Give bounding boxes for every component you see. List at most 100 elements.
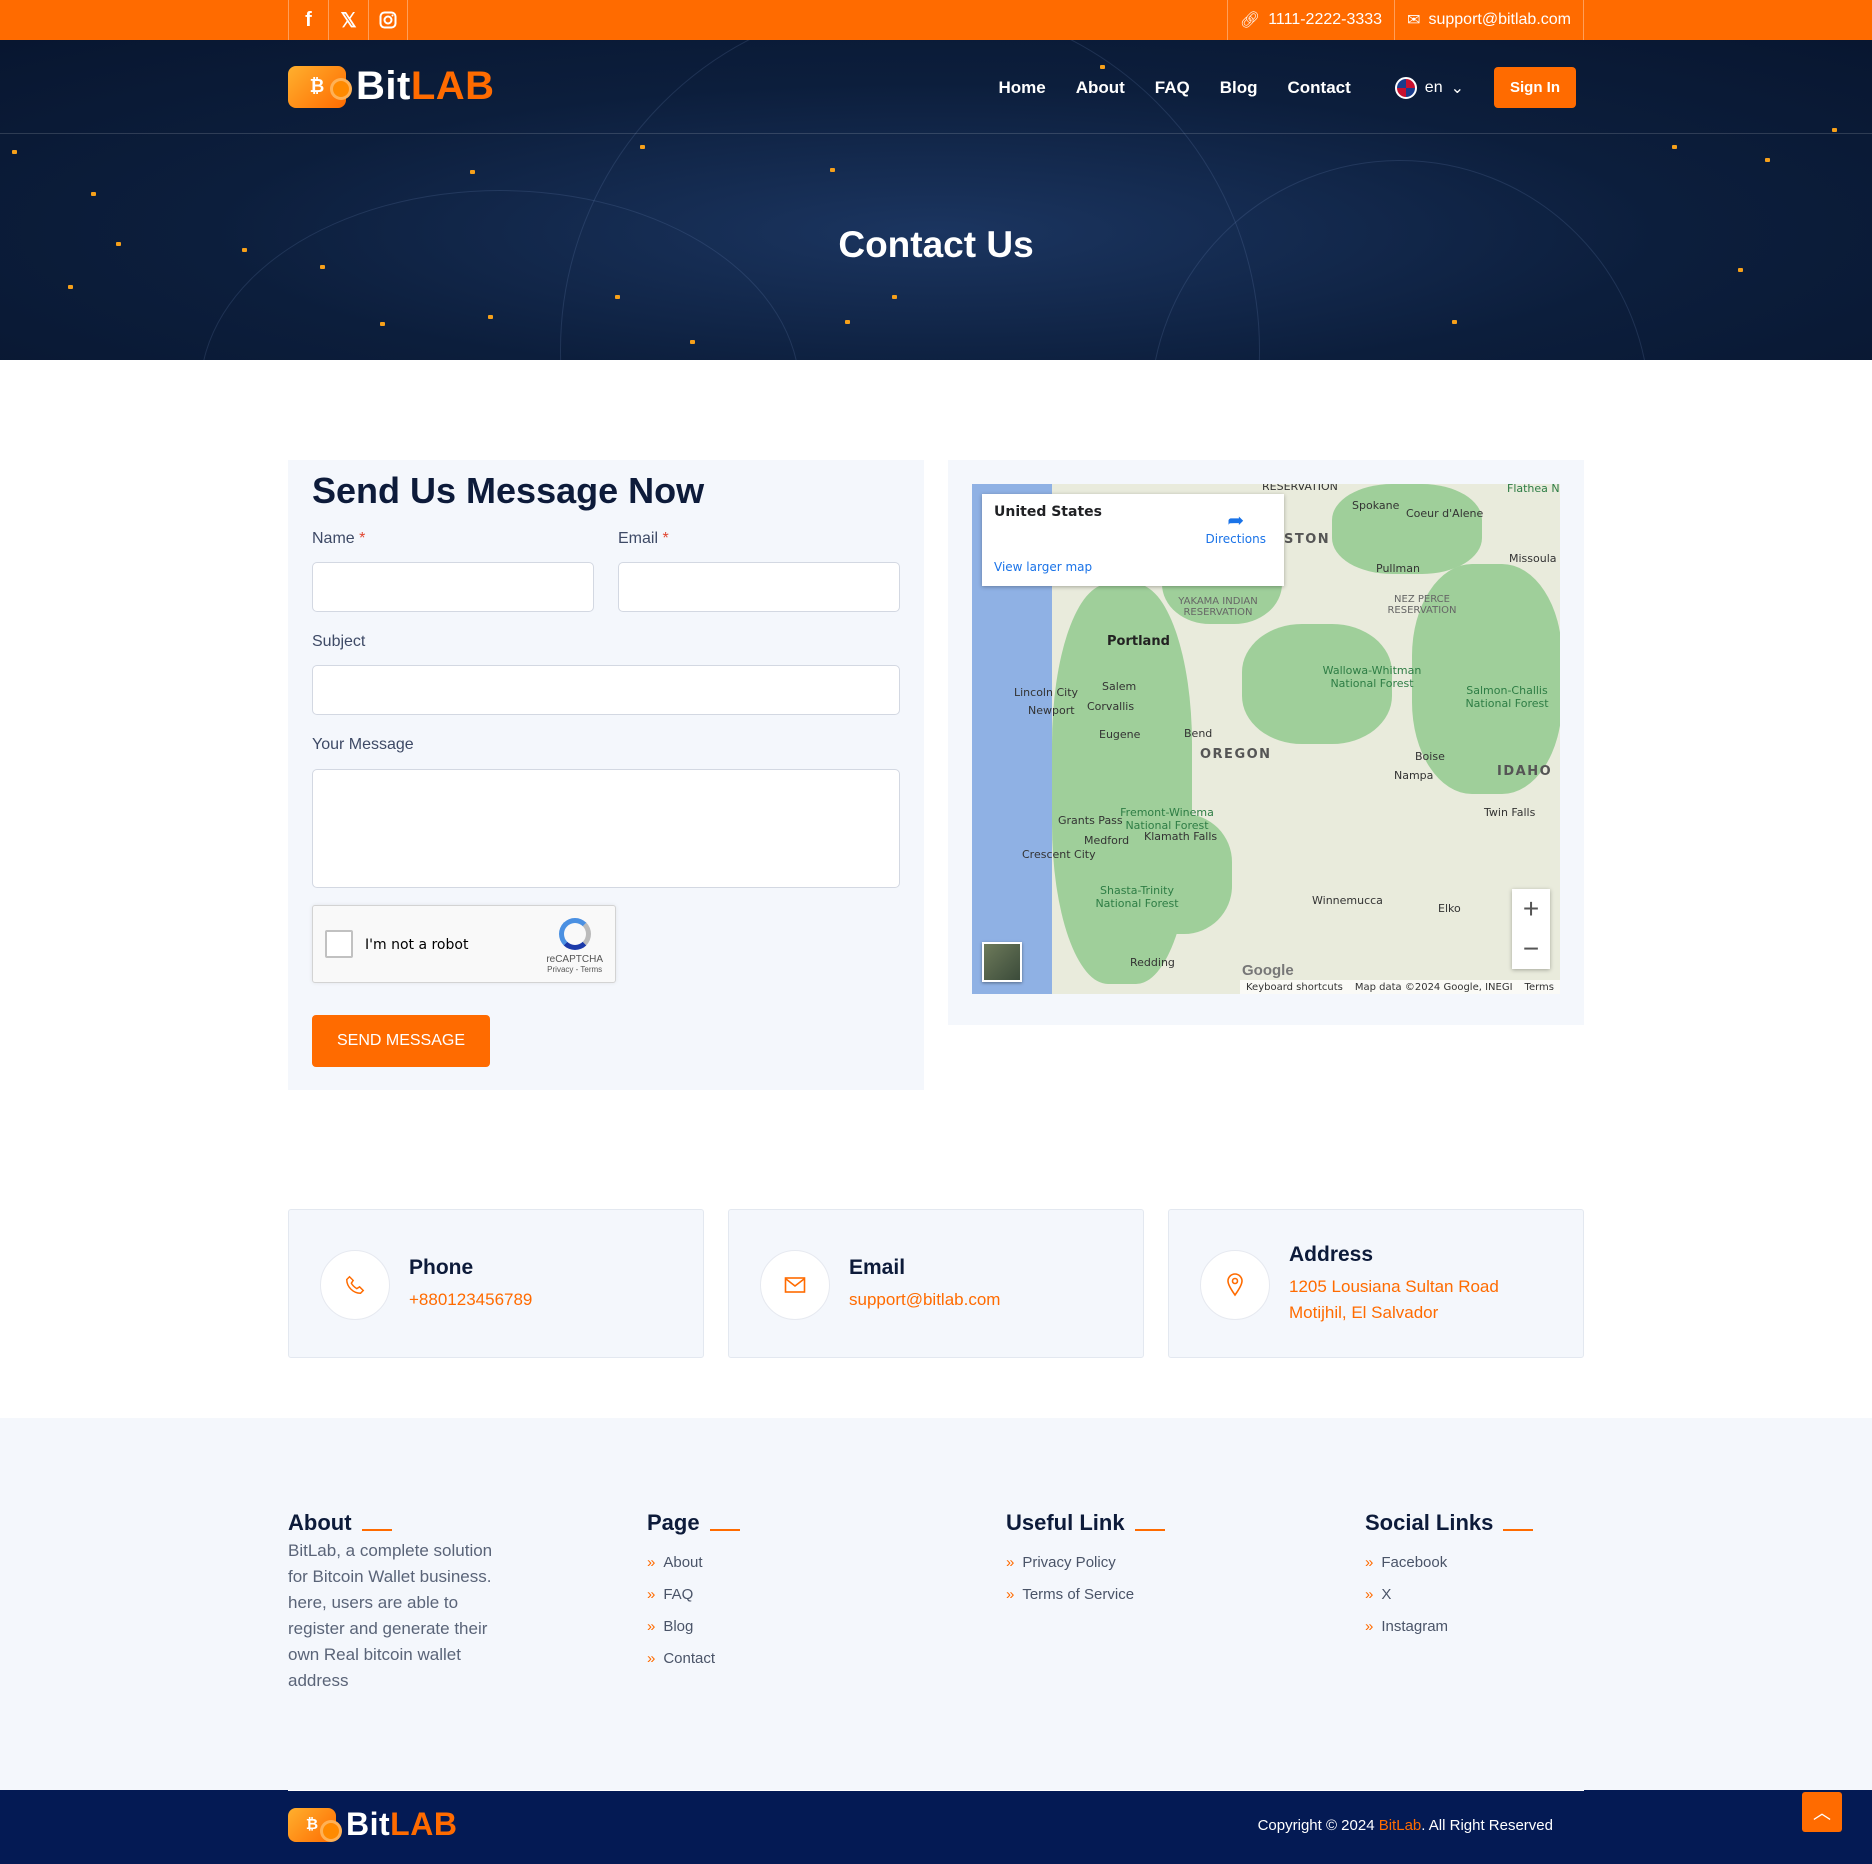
decor-dot <box>1765 158 1770 162</box>
subject-input[interactable] <box>312 665 900 715</box>
decor-dot <box>1738 268 1743 272</box>
view-larger-map-link[interactable]: View larger map <box>994 560 1092 574</box>
facebook-icon[interactable]: f <box>288 0 328 40</box>
zoom-in-button[interactable]: + <box>1512 889 1550 929</box>
footer-about: About BitLab, a complete solution for Bi… <box>288 1510 508 1694</box>
directions-text: Directions <box>1205 532 1266 546</box>
decor-dot <box>12 150 17 154</box>
footer-link-contact[interactable]: Contact <box>647 1642 740 1674</box>
footer-link-faq[interactable]: FAQ <box>647 1578 740 1610</box>
recaptcha-label: I'm not a robot <box>365 937 469 953</box>
footer-social-title: Social Links <box>1365 1510 1533 1536</box>
message-textarea[interactable] <box>312 769 900 888</box>
name-input[interactable] <box>312 562 594 612</box>
map-label: Crescent City <box>1022 848 1096 861</box>
send-message-button[interactable]: SEND MESSAGE <box>312 1015 490 1067</box>
footer-link-terms[interactable]: Terms of Service <box>1006 1578 1165 1610</box>
wallet-logo-icon: ₿ <box>288 65 352 108</box>
form-heading: Send Us Message Now <box>312 470 705 511</box>
footer-logo-part1: Bit <box>346 1806 391 1842</box>
link-icon: 🔗︎ <box>1239 12 1261 29</box>
map-label: Pullman <box>1376 562 1420 575</box>
google-logo: Google <box>1242 962 1294 979</box>
decor-dot <box>845 320 850 324</box>
chevron-up-icon: ︿ <box>1813 1803 1831 1823</box>
nav-contact[interactable]: Contact <box>1288 78 1351 98</box>
map-label: Eugene <box>1099 728 1141 741</box>
map-label: Lincoln City <box>1014 686 1079 699</box>
phone-value[interactable]: +880123456789 <box>409 1287 532 1313</box>
decor-dot <box>615 295 620 299</box>
logo-text-part2: LAB <box>410 64 495 108</box>
address-line2: Motijhil, El Salvador <box>1289 1303 1439 1322</box>
copyright-suffix: . All Right Reserved <box>1421 1817 1553 1834</box>
logo[interactable]: ₿ BitLAB <box>288 64 495 109</box>
scroll-to-top-button[interactable]: ︿ <box>1802 1792 1842 1832</box>
footer-logo-part2: LAB <box>390 1806 458 1842</box>
map-label: OREGON <box>1200 747 1272 762</box>
keyboard-shortcuts-link[interactable]: Keyboard shortcuts <box>1246 982 1343 993</box>
footer-about-title: About <box>288 1510 508 1536</box>
nav-home[interactable]: Home <box>998 78 1045 98</box>
map-container: RESERVATION Flathea National Fo Spokane … <box>948 460 1584 1025</box>
recaptcha-checkbox[interactable] <box>325 930 353 958</box>
map-label: Corvallis <box>1087 700 1135 713</box>
map-label: Portland <box>1107 634 1170 649</box>
recaptcha-links[interactable]: Privacy - Terms <box>546 965 603 974</box>
decor-dot <box>690 340 695 344</box>
required-mark: * <box>359 530 366 547</box>
address-line1: 1205 Lousiana Sultan Road <box>1289 1277 1499 1296</box>
email-input[interactable] <box>618 562 900 612</box>
footer-link-x[interactable]: X <box>1365 1578 1533 1610</box>
map-label: Winnemucca <box>1312 894 1383 907</box>
map-label: Boise <box>1415 750 1445 763</box>
sign-in-button[interactable]: Sign In <box>1494 67 1576 108</box>
map-forest <box>1332 484 1482 574</box>
footer-useful: Useful Link Privacy Policy Terms of Serv… <box>1006 1510 1165 1610</box>
email-card: Email support@bitlab.com <box>728 1209 1144 1358</box>
footer-logo[interactable]: ₿ BitLAB <box>288 1806 457 1843</box>
recaptcha-icon <box>558 918 591 950</box>
map-label: Wallowa-Whitman National Forest <box>1322 664 1422 690</box>
footer-link-blog[interactable]: Blog <box>647 1610 740 1642</box>
map-label: Nampa <box>1394 769 1434 782</box>
top-phone[interactable]: 🔗︎ 1111-2222-3333 <box>1226 0 1394 40</box>
zoom-out-button[interactable]: − <box>1512 929 1550 969</box>
copyright-prefix: Copyright © 2024 <box>1257 1817 1379 1834</box>
address-card: Address 1205 Lousiana Sultan Road Motijh… <box>1168 1209 1584 1358</box>
nav-faq[interactable]: FAQ <box>1155 78 1190 98</box>
map-label: Newport <box>1028 704 1075 717</box>
map-label: Klamath Falls <box>1144 830 1218 843</box>
footer-link-instagram[interactable]: Instagram <box>1365 1610 1533 1642</box>
decor-dot <box>1452 320 1457 324</box>
satellite-toggle[interactable] <box>982 942 1022 982</box>
nav-blog[interactable]: Blog <box>1220 78 1258 98</box>
language-selector[interactable]: en ⌄ <box>1394 76 1464 99</box>
x-icon[interactable]: 𝕏 <box>328 0 368 40</box>
footer-link-about[interactable]: About <box>647 1546 740 1578</box>
instagram-icon[interactable] <box>368 0 408 40</box>
name-label: Name * <box>312 530 365 548</box>
wallet-logo-icon: ₿ <box>288 1807 342 1842</box>
email-label: Email * <box>618 530 669 548</box>
google-map[interactable]: RESERVATION Flathea National Fo Spokane … <box>972 484 1560 994</box>
footer-divider <box>288 1790 1584 1791</box>
map-terms-link[interactable]: Terms <box>1525 982 1554 993</box>
recaptcha-brand: reCAPTCHA <box>546 954 603 965</box>
top-social-links: f 𝕏 <box>288 0 408 40</box>
decor-dot <box>488 315 493 319</box>
copyright-brand[interactable]: BitLab <box>1379 1817 1422 1834</box>
directions-link[interactable]: ➦ Directions <box>1206 508 1266 546</box>
map-label: IDAHO <box>1497 764 1553 779</box>
top-email[interactable]: ✉︎ support@bitlab.com <box>1394 0 1584 40</box>
phone-card: Phone +880123456789 <box>288 1209 704 1358</box>
decor-dot <box>830 168 835 172</box>
nav-about[interactable]: About <box>1076 78 1125 98</box>
map-label: YAKAMA INDIAN RESERVATION <box>1178 596 1258 618</box>
mail-icon: ✉︎ <box>1407 12 1421 29</box>
decor-dot <box>380 322 385 326</box>
language-label: en <box>1424 78 1443 96</box>
email-value[interactable]: support@bitlab.com <box>849 1287 1000 1313</box>
footer-link-facebook[interactable]: Facebook <box>1365 1546 1533 1578</box>
footer-link-privacy[interactable]: Privacy Policy <box>1006 1546 1165 1578</box>
